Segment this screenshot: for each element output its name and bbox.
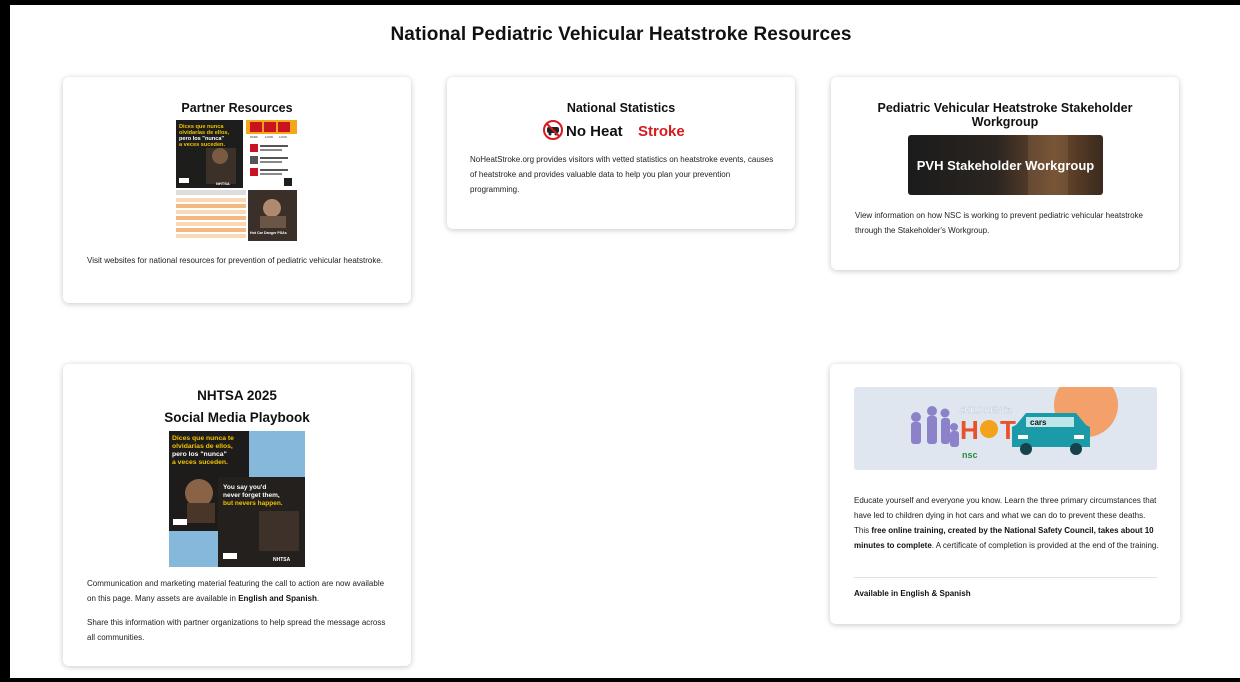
card-body-2: Share this information with partner orga… [87, 618, 386, 642]
card-body: Educate yourself and everyone you know. … [854, 496, 1159, 550]
page-title: National Pediatric Vehicular Heatstroke … [390, 24, 852, 45]
card-body: View information on how NSC is working t… [855, 211, 1143, 235]
card-title: Pediatric Vehicular Heatstroke Stakehold… [877, 101, 1133, 129]
collage-look-label: LOOK [265, 135, 273, 139]
logo-text-no-heat: No Heat [566, 123, 623, 140]
playbook-spanish-line: pero los "nunca" [172, 451, 227, 458]
pvh-stakeholder-image[interactable]: PVH Stakeholder Workgroup [908, 135, 1103, 195]
playbook-nhtsa-logo: NHTSA [273, 557, 291, 563]
collage-nhtsa-logo: NHTSA [216, 181, 230, 186]
playbook-english-line: never forget them, [223, 492, 280, 499]
playbook-english-line: but nevers happen. [223, 500, 283, 507]
children-hot-cars-card[interactable]: CHILDREN in H T nsc cars Educate yoursel… [830, 364, 1180, 624]
collage-psa-label: Hot Car Danger PSAs [250, 231, 287, 235]
banner-children-text: CHILDREN in [958, 405, 1012, 415]
partner-resources-card[interactable]: Partner Resources Dices que nunca olvida… [63, 77, 411, 303]
card-title-line1: NHTSA 2025 [197, 388, 277, 403]
banner-cars-text: cars [1030, 418, 1047, 427]
collage-lock-label: LOCK [279, 135, 287, 139]
logo-text-stroke: Stroke [638, 123, 685, 140]
partner-resources-image[interactable]: Dices que nunca olvidarías de ellos, per… [176, 120, 297, 241]
children-hot-cars-banner[interactable]: CHILDREN in H T nsc cars [854, 387, 1157, 470]
page: National Pediatric Vehicular Heatstroke … [10, 5, 1240, 678]
card-body: NoHeatStroke.org provides visitors with … [470, 155, 774, 194]
collage-park-label: PARK [250, 135, 258, 139]
no-car-icon [543, 120, 563, 140]
stakeholder-workgroup-card[interactable]: Pediatric Vehicular Heatstroke Stakehold… [831, 77, 1179, 270]
available-languages: Available in English & Spanish [854, 589, 971, 598]
banner-nsc-logo: nsc [962, 450, 978, 460]
card-title: Partner Resources [181, 101, 293, 115]
card-title-line2: Social Media Playbook [164, 410, 310, 425]
card-title: National Statistics [566, 101, 676, 115]
card-body-1: Communication and marketing material fea… [87, 579, 385, 603]
card-body: Visit websites for national resources fo… [87, 256, 384, 265]
banner-hot-h: H [960, 415, 979, 445]
social-media-playbook-card[interactable]: NHTSA 2025 Social Media Playbook Dices q… [63, 364, 411, 666]
playbook-spanish-line: olvidarías de ellos, [172, 443, 233, 450]
no-heat-stroke-logo[interactable]: No Heat Stroke [447, 119, 795, 146]
playbook-spanish-line: Dices que nunca te [172, 435, 234, 442]
collage-spanish-line: a veces suceden. [179, 142, 225, 148]
national-statistics-card[interactable]: National Statistics No Heat Stroke NoHea… [447, 77, 795, 229]
playbook-image[interactable]: Dices que nunca te olvidarías de ellos, … [169, 431, 305, 567]
playbook-english-line: You say you'd [223, 484, 266, 491]
pvh-image-label: PVH Stakeholder Workgroup [917, 158, 1095, 173]
divider [854, 577, 1157, 578]
playbook-spanish-line: a veces suceden. [172, 459, 228, 466]
